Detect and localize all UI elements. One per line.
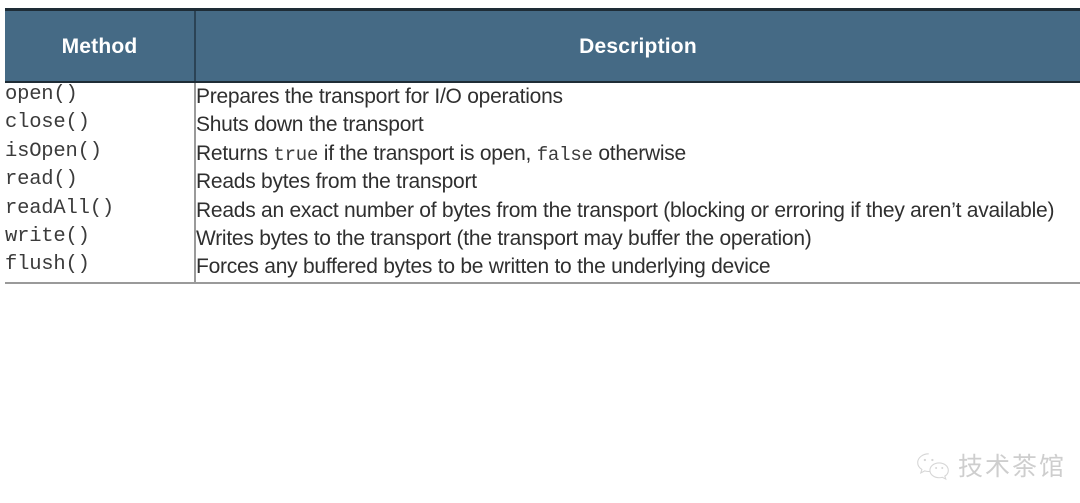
- method-reference-table: Method Description open() Prepares the tr…: [5, 8, 1080, 492]
- description-text: Forces any buffered bytes to be written …: [196, 255, 771, 279]
- table: Method Description open() Prepares the tr…: [5, 8, 1080, 284]
- table-row: readAll() Reads an exact number of bytes …: [5, 196, 1080, 226]
- description-text: Prepares the transport for I/O operation…: [196, 85, 563, 108]
- cell-method: read(): [5, 168, 195, 197]
- description-text: if the transport is open,: [318, 141, 537, 165]
- table-header: Method Description: [5, 8, 1080, 83]
- table-row: open() Prepares the transport for I/O ope…: [5, 82, 1080, 112]
- cell-method: write(): [5, 225, 195, 254]
- cell-method: close(): [5, 111, 195, 140]
- cell-description: Prepares the transport for I/O operation…: [194, 82, 1080, 112]
- page-root: Method Description open() Prepares the tr…: [0, 0, 1080, 503]
- cell-method: flush(): [5, 253, 195, 284]
- cell-description: Reads bytes from the transport: [194, 168, 1080, 197]
- description-text: Reads bytes from the transport: [196, 170, 477, 194]
- cell-method: readAll(): [5, 196, 195, 226]
- table-row: read() Reads bytes from the transport: [5, 168, 1080, 197]
- cell-description: Writes bytes to the transport (the trans…: [194, 225, 1080, 254]
- column-header-method: Method: [5, 8, 195, 83]
- table-row: flush() Forces any buffered bytes to be w…: [5, 253, 1080, 284]
- cell-description: Forces any buffered bytes to be written …: [194, 253, 1080, 284]
- cell-description: Shuts down the transport: [194, 111, 1080, 140]
- table-row: close() Shuts down the transport: [5, 111, 1080, 140]
- cell-method: open(): [5, 82, 195, 112]
- description-text: Returns: [196, 141, 274, 165]
- description-text: otherwise: [592, 141, 686, 165]
- inline-code: true: [273, 143, 319, 166]
- description-text: Writes bytes to the transport (the trans…: [196, 227, 812, 251]
- table-body: open() Prepares the transport for I/O ope…: [5, 82, 1080, 284]
- table-row: write() Writes bytes to the transport (th…: [5, 225, 1080, 254]
- cell-description: Reads an exact number of bytes from the …: [194, 196, 1080, 226]
- cell-description: Returns true if the transport is open, f…: [194, 139, 1080, 169]
- description-text: Reads an exact number of bytes from the …: [196, 198, 1055, 222]
- cell-method: isOpen(): [5, 139, 195, 169]
- table-row: isOpen() Returns true if the transport is…: [5, 139, 1080, 169]
- inline-code: false: [536, 143, 593, 166]
- description-text: Shuts down the transport: [196, 113, 424, 137]
- column-header-description-label: Description: [579, 34, 697, 58]
- column-header-description: Description: [194, 8, 1080, 83]
- table-header-row: Method Description: [5, 8, 1080, 83]
- column-header-method-label: Method: [61, 34, 138, 58]
